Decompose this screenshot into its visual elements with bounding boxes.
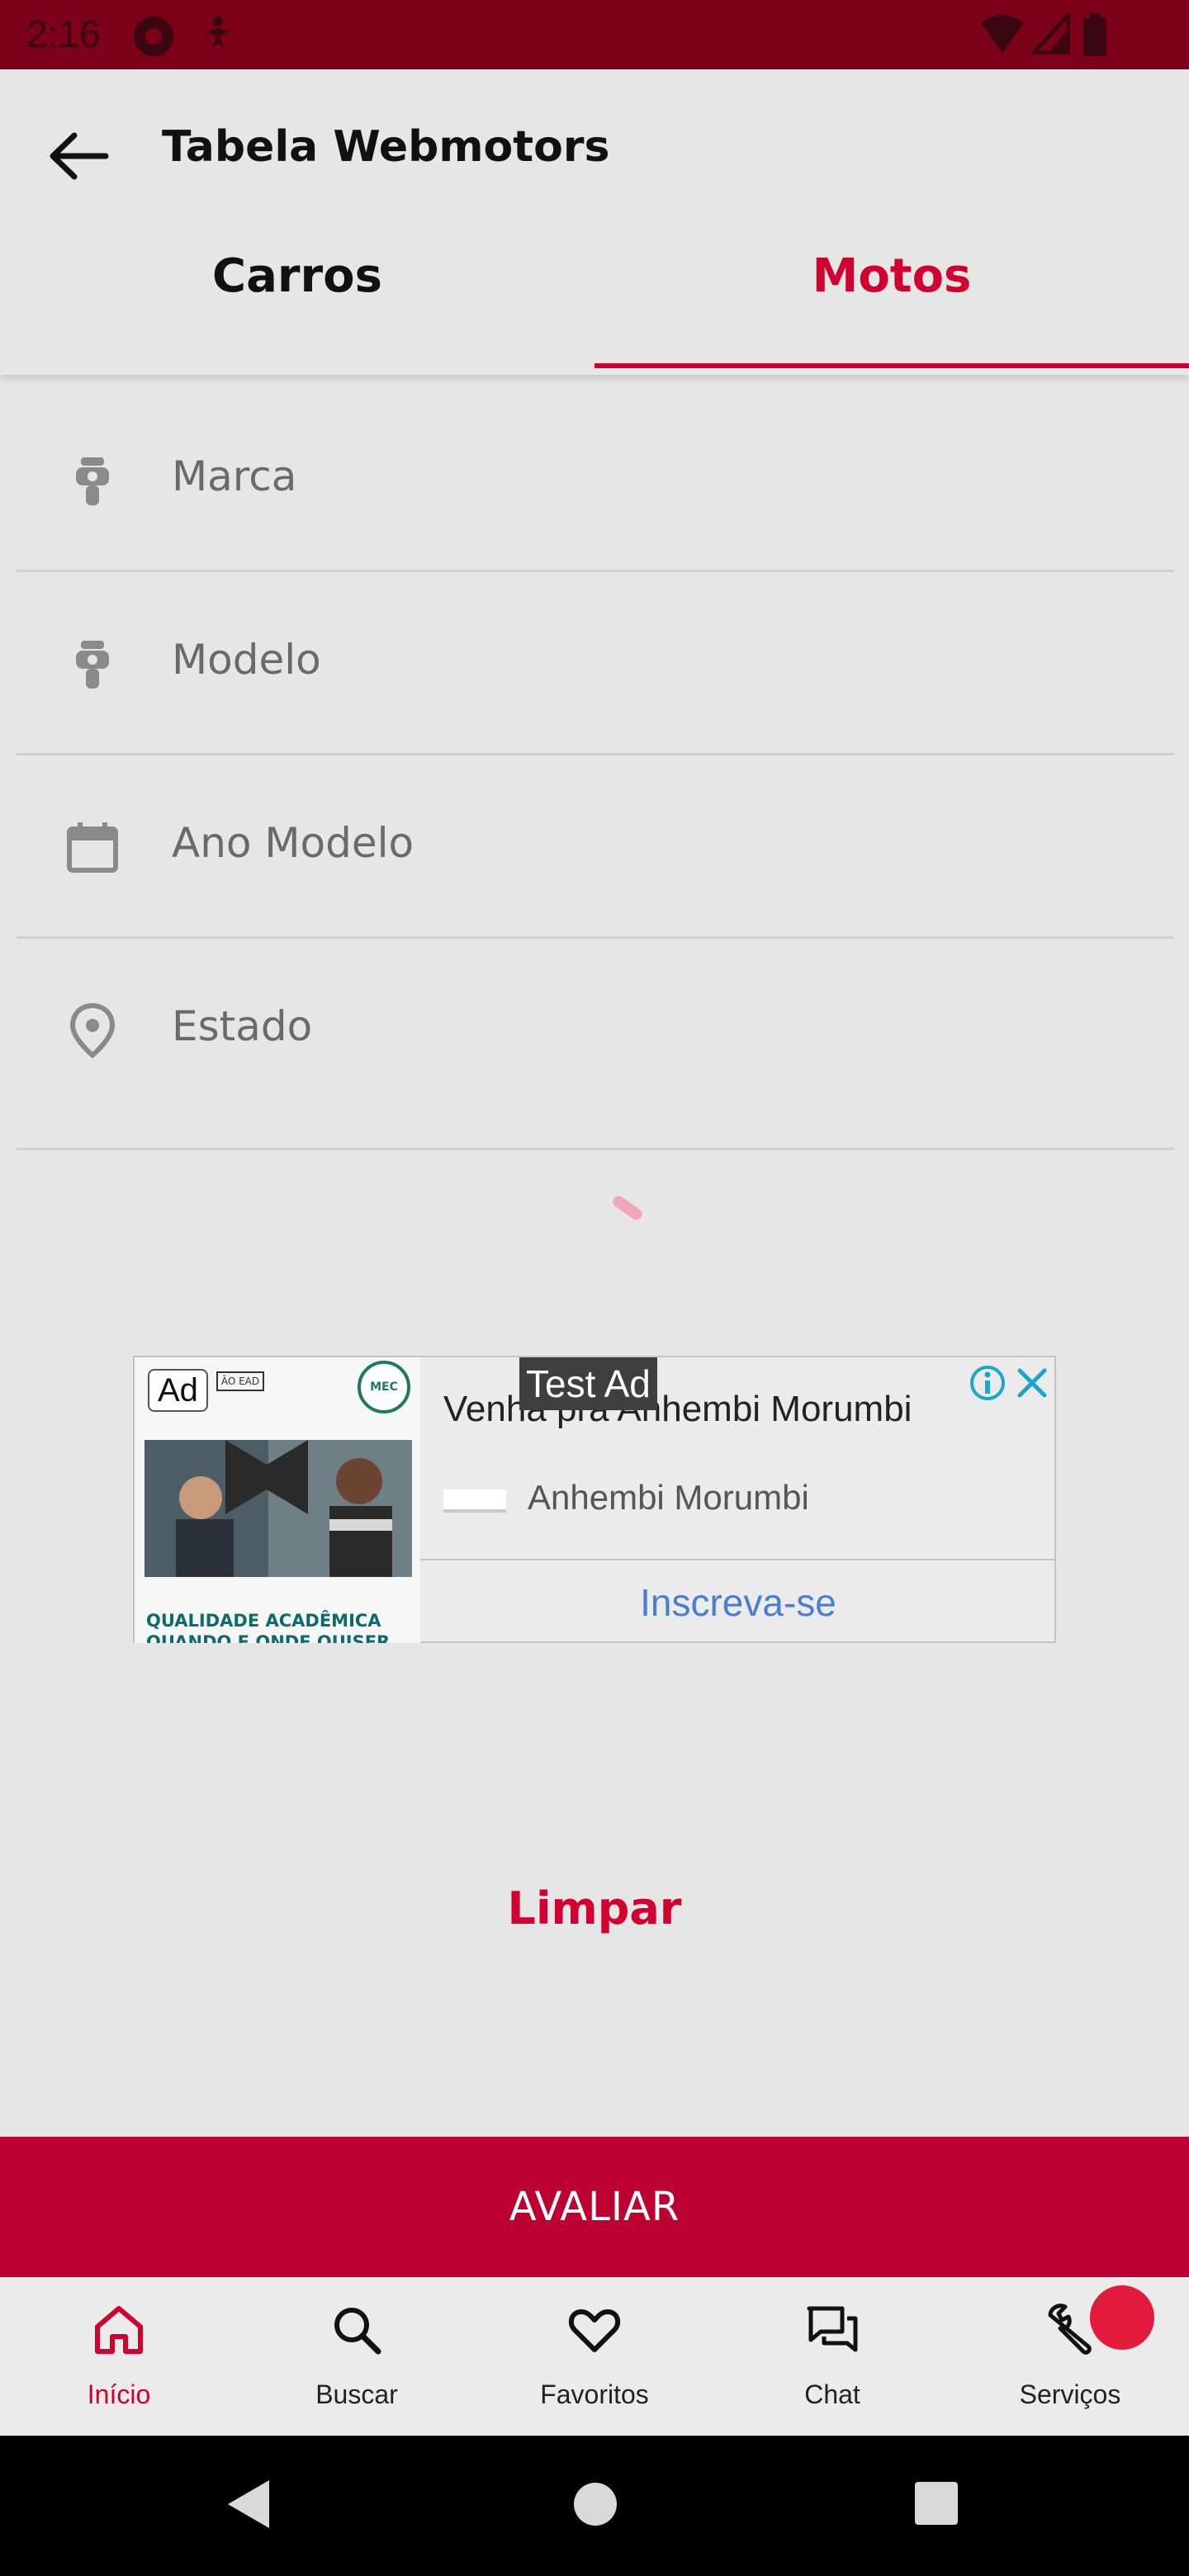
field-label: Marca <box>172 452 297 500</box>
ad-image-tag: ÃO EAD <box>220 1376 260 1387</box>
motorcycle-icon <box>76 641 109 689</box>
nav-label: Buscar <box>315 2379 398 2409</box>
ad-badge: Ad <box>148 1369 208 1412</box>
motorcycle-icon <box>76 457 109 505</box>
nav-label: Favoritos <box>540 2379 649 2409</box>
test-ad-label: Test Ad <box>519 1357 657 1410</box>
ad-advertiser: Anhembi Morumbi <box>528 1478 809 1517</box>
nav-item-inicio[interactable]: Início <box>0 2277 238 2436</box>
nav-label: Chat <box>804 2379 860 2409</box>
field-label: Estado <box>172 1002 313 1050</box>
tab-motos[interactable]: Motos <box>594 249 1189 315</box>
field-label: Ano Modelo <box>172 819 414 867</box>
camera-aperture-icon <box>134 17 173 56</box>
loading-spinner <box>610 1193 645 1223</box>
battery-icon <box>1083 13 1106 56</box>
field-estado[interactable]: Estado <box>0 938 1189 1121</box>
app-bar: Tabela Webmotors Carros Motos <box>0 69 1189 375</box>
nav-label: Início <box>87 2379 151 2409</box>
arrow-left-icon <box>50 132 109 180</box>
status-bar: 2:16 <box>0 0 1189 69</box>
clear-button[interactable]: Limpar <box>0 1882 1189 1934</box>
bottom-nav: Início Buscar Favoritos Chat Serviços <box>0 2277 1189 2436</box>
system-back-icon[interactable] <box>223 2477 272 2531</box>
chat-icon <box>807 2306 858 2352</box>
nav-item-servicos[interactable]: Serviços <box>951 2277 1189 2436</box>
field-ano-modelo[interactable]: Ano Modelo <box>0 755 1189 938</box>
notification-badge <box>1090 2285 1154 2350</box>
tab-indicator <box>594 363 1189 368</box>
field-modelo[interactable]: Modelo <box>0 571 1189 755</box>
close-icon[interactable] <box>1013 1364 1051 1402</box>
ad-seal-label: MEC <box>370 1380 398 1394</box>
divider <box>17 1148 1174 1150</box>
nav-item-favoritos[interactable]: Favoritos <box>476 2277 713 2436</box>
ad-cta-button[interactable]: Inscreva-se <box>420 1562 1056 1643</box>
field-marca[interactable]: Marca <box>0 388 1189 571</box>
evaluate-button[interactable]: AVALIAR <box>0 2137 1189 2277</box>
home-icon <box>95 2306 143 2354</box>
calendar-icon <box>67 822 118 873</box>
system-nav-bar <box>0 2436 1189 2576</box>
system-home-icon[interactable] <box>573 2477 618 2531</box>
ad-divider <box>420 1559 1056 1560</box>
info-icon[interactable] <box>969 1364 1007 1402</box>
heart-icon <box>568 2309 621 2352</box>
ad-image-caption: QUALIDADE ACADÊMICA QUANDO E ONDE QUISER <box>146 1611 391 1643</box>
nav-item-buscar[interactable]: Buscar <box>238 2277 476 2436</box>
back-button[interactable] <box>41 119 116 193</box>
location-pin-icon <box>69 1002 116 1058</box>
nav-label: Serviços <box>1019 2379 1121 2409</box>
signal-icon <box>1032 13 1070 54</box>
accessibility-icon <box>206 17 230 50</box>
ad-banner[interactable]: ÃO EAD MEC QUALIDADE ACADÊMICA QUANDO E … <box>133 1356 1056 1643</box>
nav-item-chat[interactable]: Chat <box>713 2277 951 2436</box>
tab-carros[interactable]: Carros <box>0 249 594 315</box>
wifi-icon <box>981 15 1024 53</box>
search-icon <box>334 2308 381 2355</box>
ad-headline[interactable]: Venha pra Anhembi Morumbi <box>443 1389 912 1430</box>
advertiser-logo <box>443 1489 506 1513</box>
status-time: 2:16 <box>26 12 101 55</box>
system-recents-icon[interactable] <box>913 2477 959 2531</box>
field-label: Modelo <box>172 636 321 684</box>
page-title: Tabela Webmotors <box>162 122 610 172</box>
